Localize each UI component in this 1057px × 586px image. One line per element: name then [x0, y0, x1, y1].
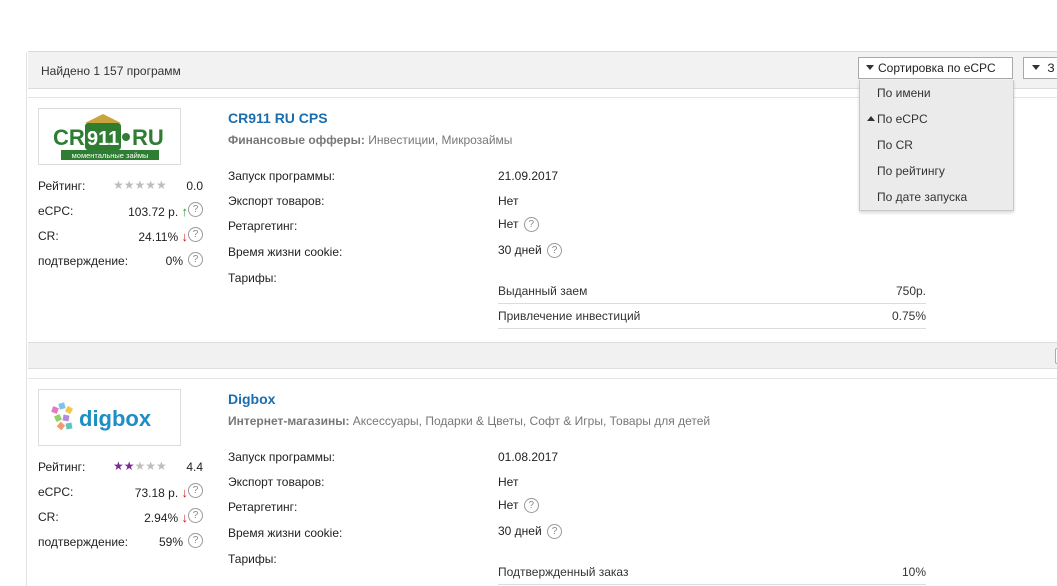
tariff-row: Выданный заем 750р. — [498, 278, 926, 303]
caret-down-icon — [866, 65, 874, 71]
digbox-logo-icon: digbox — [51, 402, 152, 431]
rating-label: Рейтинг: — [38, 179, 86, 193]
left-panel-edge — [0, 52, 27, 586]
help-icon[interactable]: ? — [547, 243, 563, 259]
cr-value: 2.94% ↓ — [144, 510, 189, 525]
secondary-dropdown-label: З — [1047, 61, 1055, 75]
tariffs-label: Тарифы: — [228, 271, 277, 285]
sort-dropdown-button[interactable]: Сортировка по eCPC — [858, 57, 1013, 79]
help-icon[interactable]: ? — [188, 227, 203, 242]
cookie-value: 30 дней ? — [498, 524, 563, 540]
export-label: Экспорт товаров: — [228, 475, 325, 489]
retargeting-label: Ретаргетинг: — [228, 500, 298, 514]
tariff-divider — [498, 584, 926, 585]
caret-down-icon — [1032, 65, 1040, 71]
ecpc-label: eCPC: — [38, 204, 74, 218]
cr911-logo-icon: CR 911 RU моментальные займы — [53, 114, 164, 160]
sort-option-label: По имени — [877, 86, 931, 100]
confirmation-label: подтверждение: — [38, 535, 129, 549]
program-title-link[interactable]: Digbox — [228, 391, 275, 407]
sort-option-label: По CR — [877, 138, 913, 152]
ecpc-label: eCPC: — [38, 485, 74, 499]
sort-option-label: По рейтингу — [877, 164, 945, 178]
rating-value: 4.4 — [186, 460, 203, 474]
cookie-label: Время жизни cookie: — [228, 245, 343, 259]
cookie-label: Время жизни cookie: — [228, 526, 343, 540]
secondary-dropdown-button[interactable]: З — [1023, 57, 1057, 79]
confirmation-label: подтверждение: — [38, 254, 129, 268]
trend-down-icon: ↓ — [181, 229, 189, 244]
tariffs-label: Тарифы: — [228, 552, 277, 566]
tariff-name: Подтвержденный заказ — [498, 565, 629, 579]
cr-value: 24.11% ↓ — [138, 229, 189, 244]
tariff-divider — [498, 328, 926, 329]
help-icon[interactable]: ? — [188, 508, 203, 523]
sort-active-icon — [867, 116, 875, 121]
tariff-row: Привлечение инвестиций 0.75% — [498, 303, 926, 328]
sort-dropdown-label: Сортировка по eCPC — [878, 61, 996, 75]
rating-stars-icon: ★★★★★ — [113, 459, 167, 473]
sort-option-label: По дате запуска — [877, 190, 968, 204]
ecpc-value: 73.18 р. ↓ — [134, 485, 189, 500]
program-category: Финансовые офферы: Инвестиции, Микрозайм… — [228, 133, 513, 147]
program-title-link[interactable]: CR911 RU CPS — [228, 110, 328, 126]
help-icon[interactable]: ? — [523, 217, 539, 233]
program-card: digbox Рейтинг: ★★★★★ 4.4 eCPC: 73.18 р.… — [28, 378, 1057, 586]
retargeting-label: Ретаргетинг: — [228, 219, 298, 233]
sort-option-rating[interactable]: По рейтингу — [860, 159, 1013, 183]
launch-label: Запуск программы: — [228, 169, 335, 183]
trend-up-icon: ↑ — [181, 204, 189, 219]
svg-text:CR: CR — [53, 125, 85, 150]
rating-value: 0.0 — [186, 179, 203, 193]
sort-option-ecpc[interactable]: По eCPC — [860, 107, 1013, 131]
svg-text:RU: RU — [132, 125, 164, 150]
card-separator — [28, 342, 1057, 369]
confirmation-value: 59% — [158, 535, 183, 549]
help-icon[interactable]: ? — [547, 524, 563, 540]
help-icon[interactable]: ? — [188, 202, 203, 217]
retargeting-value: Нет ? — [498, 498, 539, 514]
svg-text:digbox: digbox — [79, 406, 152, 431]
help-icon[interactable]: ? — [523, 498, 539, 514]
tariff-name: Привлечение инвестиций — [498, 309, 641, 323]
sort-option-cr[interactable]: По CR — [860, 133, 1013, 157]
cr-label: CR: — [38, 229, 59, 243]
sort-option-label: По eCPC — [877, 112, 928, 126]
results-count: Найдено 1 157 программ — [41, 64, 181, 78]
retargeting-value: Нет ? — [498, 217, 539, 233]
program-logo[interactable]: digbox — [38, 389, 181, 446]
help-icon[interactable]: ? — [188, 483, 203, 498]
svg-text:моментальные займы: моментальные займы — [72, 151, 149, 160]
program-logo[interactable]: CR 911 RU моментальные займы — [38, 108, 181, 165]
tariff-row: Подтвержденный заказ 10% — [498, 559, 926, 584]
help-icon[interactable]: ? — [188, 252, 203, 267]
cr-label: CR: — [38, 510, 59, 524]
confirmation-value: 0% — [165, 254, 183, 268]
export-value: Нет — [498, 194, 519, 208]
trend-down-icon: ↓ — [181, 485, 189, 500]
program-category: Интернет-магазины: Аксессуары, Подарки &… — [228, 414, 711, 428]
export-value: Нет — [498, 475, 519, 489]
rating-stars-icon: ★★★★★ — [113, 178, 167, 192]
svg-text:911: 911 — [87, 128, 119, 150]
tariff-value: 10% — [901, 565, 926, 579]
help-icon[interactable]: ? — [188, 533, 203, 548]
launch-value: 01.08.2017 — [498, 450, 559, 464]
tariff-value: 0.75% — [891, 309, 926, 323]
launch-label: Запуск программы: — [228, 450, 335, 464]
export-label: Экспорт товаров: — [228, 194, 325, 208]
ecpc-value: 103.72 р. ↑ — [128, 204, 189, 219]
sort-option-name[interactable]: По имени — [860, 81, 1013, 105]
sort-menu: По имени По eCPC По CR По рейтингу По да… — [859, 80, 1014, 211]
tariff-value: 750р. — [895, 284, 926, 298]
cookie-value: 30 дней ? — [498, 243, 563, 259]
trend-down-icon: ↓ — [181, 510, 189, 525]
rating-label: Рейтинг: — [38, 460, 86, 474]
launch-value: 21.09.2017 — [498, 169, 559, 183]
tariff-name: Выданный заем — [498, 284, 588, 298]
sort-option-launch-date[interactable]: По дате запуска — [860, 185, 1013, 209]
